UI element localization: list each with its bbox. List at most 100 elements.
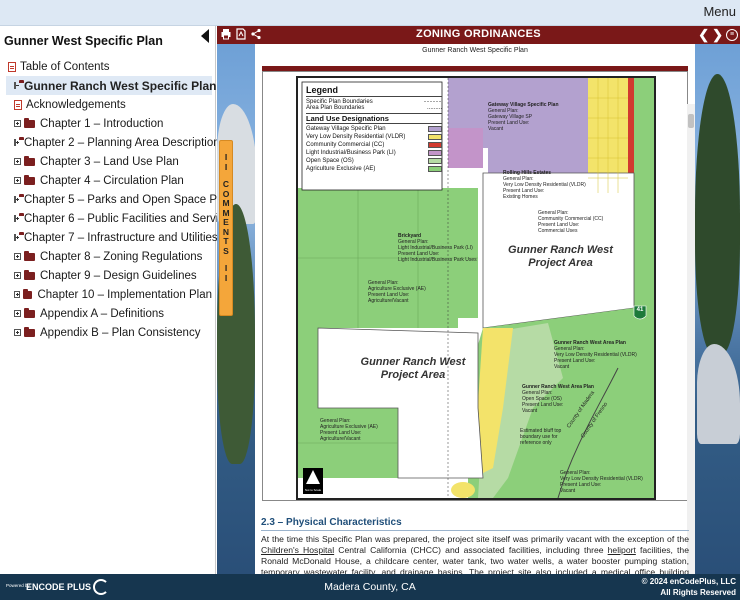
table-of-contents: Table of Contents Gunner Ranch West Spec… (0, 57, 236, 342)
collapse-icon[interactable] (14, 82, 19, 89)
collapse-sidebar-icon[interactable] (201, 29, 209, 43)
expand-icon[interactable] (14, 158, 21, 165)
chapter-label: Chapter 6 – Public Facilities and Servic… (24, 212, 237, 225)
folder-icon (24, 307, 35, 318)
expand-icon[interactable] (14, 139, 19, 146)
toc-item-chapter-7[interactable]: Chapter 7 – Infrastructure and Utilities (0, 228, 218, 247)
figure-frame: Legend Specific Plan Boundaries ------ Ar… (262, 71, 688, 501)
toc-item-chapter-4[interactable]: Chapter 4 – Circulation Plan (0, 171, 212, 190)
agriculture-south-callout: General Plan: Agriculture Exclusive (AE) P… (320, 418, 378, 442)
project-area-west-label: Gunner Ranch West Project Area (360, 356, 466, 381)
footer-copyright: © 2024 enCodePlus, LLC All Rights Reserv… (641, 577, 736, 597)
expand-icon[interactable] (14, 310, 21, 317)
area-plan-vldr-callout: Gunner Ranch West Area Plan General Plan:… (554, 340, 637, 370)
folder-icon (24, 250, 35, 261)
chapter-label: Chapter 10 – Implementation Plan (37, 288, 212, 301)
chapter-label: Appendix B – Plan Consistency (40, 326, 201, 339)
legend-item: Community Commercial (CC) (306, 142, 385, 148)
ag-east-strip (634, 78, 654, 498)
expand-icon[interactable] (14, 196, 19, 203)
legend-item: Light Industrial/Business Park (LI) (306, 150, 396, 156)
land-use-map: Legend Specific Plan Boundaries ------ Ar… (296, 76, 656, 500)
legend-item: Open Space (OS) (306, 158, 354, 164)
light-industrial-area (448, 128, 483, 168)
previous-page-icon[interactable]: ❮ (698, 27, 709, 42)
settings-circle-icon[interactable]: ≡ (726, 28, 738, 41)
chapter-label: Chapter 8 – Zoning Regulations (40, 250, 203, 263)
document-page: Gunner Ranch West Specific Plan Legend S… (255, 44, 695, 574)
next-page-icon[interactable]: ❯ (712, 27, 723, 42)
document-scrollbar[interactable] (687, 104, 695, 574)
expand-icon[interactable] (14, 253, 21, 260)
glossary-link-childrens-hospital[interactable]: Children's Hospital (261, 545, 334, 555)
folder-icon (23, 288, 33, 299)
toc-item-acknowledgements[interactable]: Acknowledgements (0, 95, 212, 114)
rolling-hills-callout: Rolling Hills Estates General Plan: Very L… (503, 170, 586, 200)
toc-item-chapter-3[interactable]: Chapter 3 – Land Use Plan (0, 152, 212, 171)
toc-item-table-of-contents[interactable]: Table of Contents (0, 57, 212, 76)
expand-icon[interactable] (14, 215, 19, 222)
toc-label: Table of Contents (20, 60, 110, 73)
toc-item-appendix-a[interactable]: Appendix A – Definitions (0, 304, 212, 323)
north-arrow-label: Not to Scale (304, 488, 322, 492)
toc-item-chapter-6[interactable]: Chapter 6 – Public Facilities and Servic… (0, 209, 236, 228)
menu-button[interactable]: Menu (703, 4, 736, 19)
chapter-label: Chapter 9 – Design Guidelines (40, 269, 197, 282)
legend-item: Very Low Density Residential (VLDR) (306, 134, 406, 140)
comments-tab[interactable]: I I C O M M E N T S I I (219, 140, 233, 316)
page-title: ZONING ORDINANCES (416, 28, 541, 40)
comments-letter: I (224, 161, 228, 172)
document-icon (14, 99, 22, 110)
expand-icon[interactable] (14, 120, 21, 127)
project-area-east-label: Gunner Ranch West Project Area (508, 244, 613, 269)
chapter-label: Chapter 5 – Parks and Open Space Plan (24, 193, 233, 206)
toc-item-chapter-10[interactable]: Chapter 10 – Implementation Plan (0, 285, 212, 304)
expand-icon[interactable] (14, 291, 21, 298)
chapter-label: Chapter 1 – Introduction (40, 117, 164, 130)
content-header: ZONING ORDINANCES ❮ ❯ ≡ (217, 26, 740, 44)
tree (695, 74, 740, 354)
commercial-callout: General Plan: Community Commercial (CC) Pr… (538, 210, 604, 234)
agriculture-callout: General Plan: Agriculture Exclusive (AE) P… (368, 280, 426, 304)
folder-icon (24, 117, 35, 128)
ack-label: Acknowledgements (26, 98, 126, 111)
legend-item: Agriculture Exclusive (AE) (306, 166, 376, 172)
folder-icon (24, 155, 35, 166)
running-head: Gunner Ranch West Specific Plan (422, 47, 528, 54)
comments-letter: S (223, 245, 229, 256)
chapter-label: Chapter 7 – Infrastructure and Utilities (24, 231, 218, 244)
footer: Powered by ENCODE PLUS Madera County, CA… (0, 574, 740, 600)
snow-bank (697, 344, 740, 444)
chapter-label: Appendix A – Definitions (40, 307, 165, 320)
folder-icon (24, 269, 35, 280)
legend-item: Gateway Village Specific Plan (306, 126, 386, 132)
legend-item: Area Plan Boundaries (306, 105, 365, 111)
folder-icon (24, 326, 35, 337)
toc-item-appendix-b[interactable]: Appendix B – Plan Consistency (0, 323, 212, 342)
expand-icon[interactable] (14, 234, 19, 241)
expand-icon[interactable] (14, 177, 21, 184)
gateway-callout: Gateway Village Specific Plan General Pla… (488, 102, 559, 132)
document-icon (8, 61, 16, 72)
toc-item-chapter-1[interactable]: Chapter 1 – Introduction (0, 114, 212, 133)
folder-icon (24, 174, 35, 185)
chapter-label: Chapter 3 – Land Use Plan (40, 155, 179, 168)
chapter-label: Chapter 4 – Circulation Plan (40, 174, 184, 187)
toc-item-chapter-9[interactable]: Chapter 9 – Design Guidelines (0, 266, 212, 285)
highway-label: 41 (636, 307, 644, 313)
legend-title: Legend (306, 85, 442, 97)
scrollbar-thumb[interactable] (688, 114, 694, 128)
toc-item-chapter-8[interactable]: Chapter 8 – Zoning Regulations (0, 247, 212, 266)
south-callout: General Plan: Very Low Density Residentia… (560, 470, 643, 494)
sidebar: Gunner West Specific Plan Table of Conte… (0, 26, 236, 574)
section-heading: 2.3 – Physical Characteristics (261, 517, 689, 531)
expand-icon[interactable] (14, 272, 21, 279)
legend-land-use-title: Land Use Designations (306, 113, 442, 124)
top-bar: Menu (0, 0, 740, 26)
toc-item-chapter-2[interactable]: Chapter 2 – Planning Area Description (0, 133, 220, 152)
toc-item-chapter-5[interactable]: Chapter 5 – Parks and Open Space Plan (0, 190, 232, 209)
glossary-link-heliport[interactable]: heliport (608, 545, 636, 555)
toc-item-plan[interactable]: Gunner Ranch West Specific Plan (6, 76, 217, 95)
sidebar-title: Gunner West Specific Plan (4, 34, 163, 48)
expand-icon[interactable] (14, 329, 21, 336)
